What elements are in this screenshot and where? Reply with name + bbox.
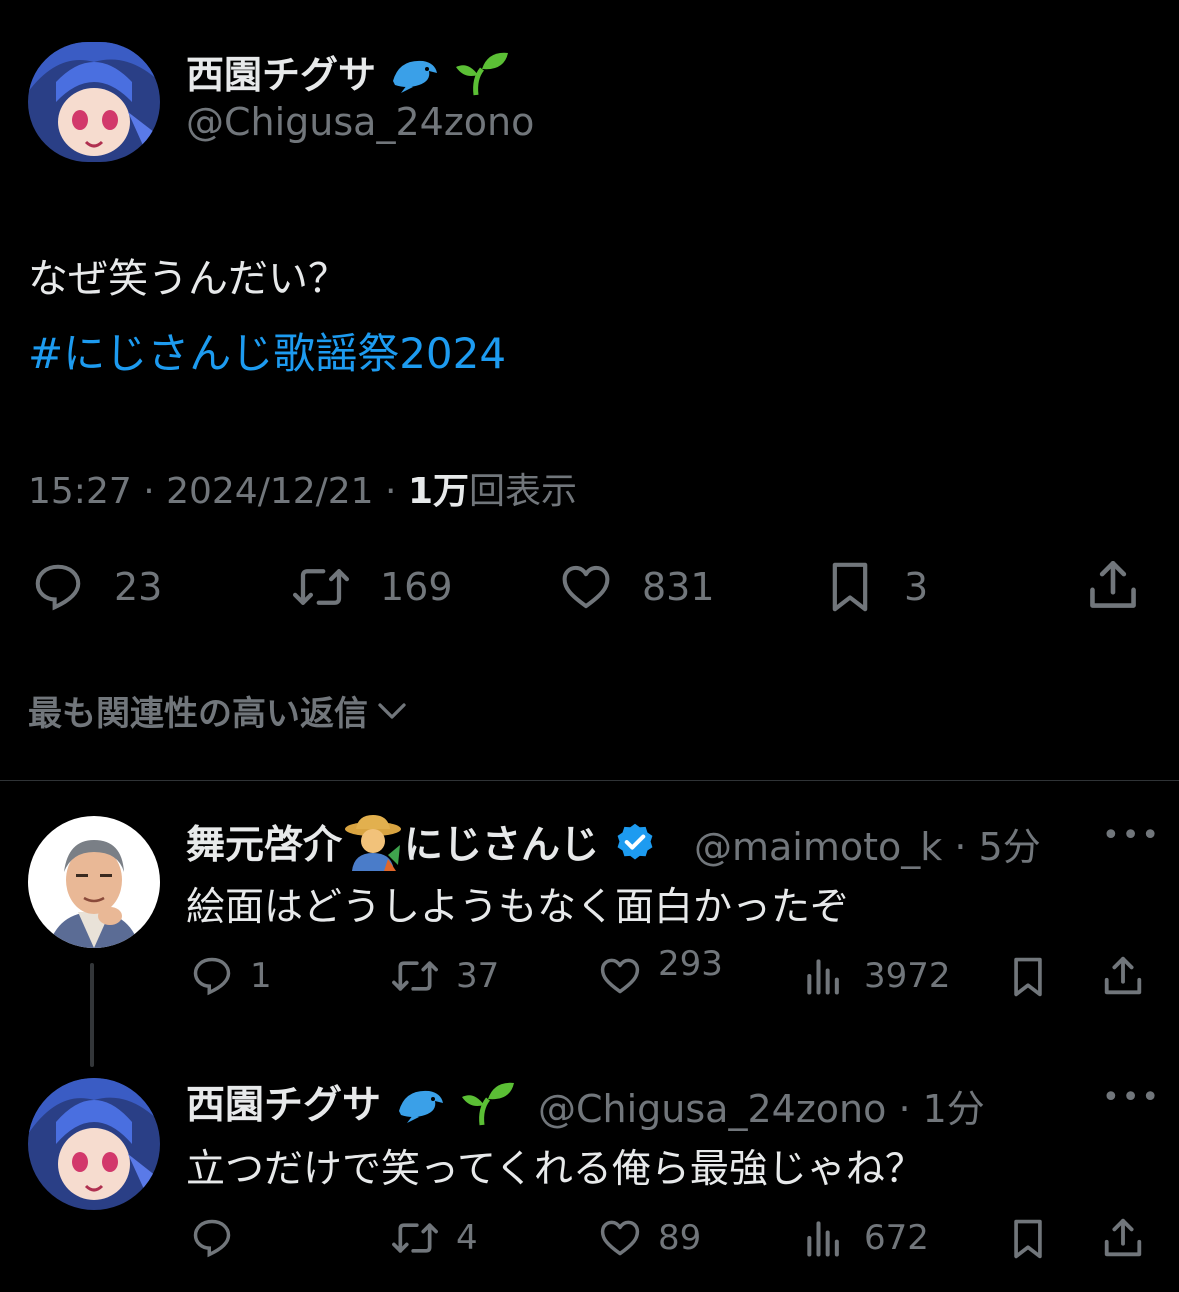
meta-separator: · xyxy=(143,471,167,512)
views-icon xyxy=(807,1221,839,1257)
like-button[interactable]: 89 xyxy=(596,1216,701,1260)
more-options-icon[interactable]: ••• xyxy=(1102,1080,1161,1115)
reply-author-handle[interactable]: @Chigusa_24zono xyxy=(538,1087,886,1131)
reply-count: 23 xyxy=(114,565,163,609)
tweet-text: なぜ笑うんだい？ xyxy=(28,256,348,302)
meta-separator: · xyxy=(385,471,408,512)
share-button[interactable] xyxy=(1084,556,1142,614)
display-name-text: 西園チグサ xyxy=(186,53,377,97)
reply-author-handle-line: @maimoto_k · 5分 xyxy=(694,816,1041,871)
avatar-chigusa[interactable] xyxy=(28,1078,160,1210)
retweet-button[interactable]: 169 xyxy=(288,560,453,614)
seedling-emoji-icon xyxy=(454,49,510,106)
like-count: 89 xyxy=(658,1218,702,1258)
bookmark-icon xyxy=(1014,957,1042,997)
bookmark-icon xyxy=(1014,1219,1042,1259)
reply-icon xyxy=(193,1219,231,1258)
bookmark-button[interactable]: 3 xyxy=(822,558,928,616)
reply-button[interactable] xyxy=(188,1216,250,1260)
share-button[interactable] xyxy=(1100,952,1146,1000)
bookmark-button[interactable] xyxy=(1006,1214,1050,1264)
hashtag-link[interactable]: #にじさんじ歌謡祭2024 xyxy=(28,320,506,381)
retweet-button[interactable]: 37 xyxy=(388,954,499,998)
like-button[interactable]: 293 xyxy=(596,944,723,998)
views-label: 回表示 xyxy=(469,471,578,512)
farmer-emoji-icon xyxy=(342,814,404,881)
retweet-icon xyxy=(392,961,438,991)
reply-sort-dropdown[interactable]: 最も関連性の高い返信 xyxy=(28,686,410,735)
dolphin-emoji-icon xyxy=(395,1081,447,1135)
reply-icon xyxy=(35,564,81,611)
chevron-down-icon xyxy=(378,702,406,719)
views-count: 672 xyxy=(864,1218,929,1258)
reply-icon xyxy=(193,957,231,996)
reply-button[interactable]: 1 xyxy=(188,954,272,998)
verified-badge-icon xyxy=(613,821,657,875)
section-divider xyxy=(0,780,1179,781)
views-button[interactable]: 3972 xyxy=(802,954,951,998)
reply-time: 1分 xyxy=(922,1087,985,1131)
seedling-emoji-icon xyxy=(460,1079,516,1137)
reply-author-affiliation: にじさんじ xyxy=(404,823,600,868)
reply-button[interactable]: 23 xyxy=(28,560,162,614)
like-count: 831 xyxy=(642,565,715,609)
views-icon xyxy=(807,959,839,995)
like-count: 293 xyxy=(658,944,723,984)
display-name[interactable]: 西園チグサ xyxy=(186,44,510,106)
reply-author-name-text: 舞元啓介 xyxy=(186,823,343,868)
handle[interactable]: @Chigusa_24zono xyxy=(186,100,534,144)
tweet-time: 15:27 xyxy=(28,471,132,512)
retweet-icon xyxy=(292,569,350,605)
share-icon xyxy=(1104,956,1142,995)
views-count: 1万 xyxy=(407,471,469,512)
tweet-date: 2024/12/21 xyxy=(166,471,374,512)
reply-author-handle-line: @Chigusa_24zono · 1分 xyxy=(538,1078,985,1133)
views-button[interactable]: 672 xyxy=(802,1216,929,1260)
reply-sort-label: 最も関連性の高い返信 xyxy=(28,694,368,734)
reply-author-name[interactable]: 舞元啓介 にじさんじ xyxy=(186,814,657,881)
like-button[interactable]: 831 xyxy=(556,560,715,614)
avatar-maimoto[interactable] xyxy=(28,816,160,948)
avatar-chigusa[interactable] xyxy=(28,42,160,162)
retweet-count: 37 xyxy=(456,956,500,996)
heart-icon xyxy=(562,565,610,609)
bookmark-button[interactable] xyxy=(1006,952,1050,1002)
bookmark-count: 3 xyxy=(904,565,929,609)
thread-connector xyxy=(90,963,94,1067)
share-icon xyxy=(1090,560,1136,608)
retweet-count: 4 xyxy=(456,1218,478,1258)
retweet-button[interactable]: 4 xyxy=(388,1216,478,1260)
heart-icon xyxy=(600,958,640,994)
retweet-icon xyxy=(392,1223,438,1253)
meta-separator: · xyxy=(942,825,979,869)
tweet-meta: 15:27 · 2024/12/21 · 1万回表示 xyxy=(28,462,577,514)
meta-separator: · xyxy=(886,1087,923,1131)
bookmark-icon xyxy=(832,562,868,612)
reply-text: 立つだけで笑ってくれる俺ら最強じゃね？ xyxy=(186,1147,924,1192)
more-options-icon[interactable]: ••• xyxy=(1102,818,1161,853)
views-count: 3972 xyxy=(864,956,951,996)
reply-time: 5分 xyxy=(978,825,1041,869)
reply-author-name[interactable]: 西園チグサ xyxy=(186,1074,516,1137)
reply-author-handle[interactable]: @maimoto_k xyxy=(694,825,942,869)
retweet-count: 169 xyxy=(380,565,453,609)
dolphin-emoji-icon xyxy=(389,51,441,104)
reply-author-name-text: 西園チグサ xyxy=(186,1083,382,1128)
reply-text: 絵面はどうしようもなく面白かったぞ xyxy=(186,885,850,930)
share-icon xyxy=(1104,1218,1142,1257)
heart-icon xyxy=(600,1220,640,1256)
share-button[interactable] xyxy=(1100,1214,1146,1262)
reply-count: 1 xyxy=(250,956,272,996)
